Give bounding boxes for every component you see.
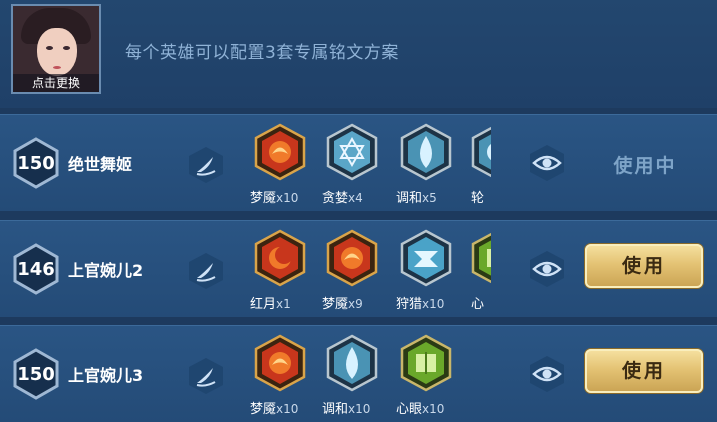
use-button[interactable]: 使用	[585, 349, 703, 393]
rune-green-icon	[471, 232, 491, 284]
rune-red-icon	[326, 229, 378, 287]
rune-name: 梦魇	[250, 191, 277, 206]
rune-green-icon	[400, 334, 452, 392]
rune-name: 梦魇	[322, 297, 349, 312]
rune-name: 轮	[471, 191, 485, 206]
level-number: 150	[17, 363, 55, 385]
in-use-status: 使用中	[613, 155, 677, 177]
rune-slot-partial[interactable]: 心	[471, 229, 491, 315]
scheme-name: 上官婉儿3	[68, 366, 144, 385]
rune-count: x10	[422, 297, 445, 311]
rune-name: 狩猎	[396, 297, 423, 312]
rune-name: 红月	[250, 297, 277, 312]
level-number: 150	[17, 152, 55, 174]
rune-red-icon	[254, 229, 306, 287]
rune-blue-icon	[400, 229, 452, 287]
rune-slot[interactable]: 梦魇x9	[322, 229, 384, 315]
avatar-change-caption[interactable]: 点击更换	[13, 74, 99, 92]
rune-blue-icon	[326, 123, 378, 181]
rune-slot[interactable]: 调和x5	[396, 123, 458, 209]
scheme-name: 上官婉儿2	[68, 261, 144, 280]
rune-name: 贪婪	[322, 191, 349, 206]
preview-eye-icon[interactable]	[527, 354, 567, 394]
edit-feather-icon[interactable]	[186, 356, 226, 396]
edit-feather-icon[interactable]	[186, 251, 226, 291]
rune-count: x5	[422, 191, 437, 205]
level-number: 146	[17, 258, 55, 280]
rune-blue-icon	[471, 126, 491, 178]
scheme-row-2[interactable]: 146 上官婉儿2 红月x1 梦魇x9 狩猎x10 心 使用	[0, 220, 717, 317]
rune-count: x10	[422, 402, 445, 416]
header: 点击更换 每个英雄可以配置3套专属铭文方案	[0, 0, 717, 108]
scheme-row-1[interactable]: 150 绝世舞姬 梦魇x10 贪婪x4 调和x5 轮 使用中	[0, 114, 717, 211]
rune-name: 心	[471, 297, 485, 312]
avatar-mouth	[53, 66, 61, 69]
rune-red-icon	[254, 334, 306, 392]
rune-red-icon	[254, 123, 306, 181]
preview-eye-icon[interactable]	[527, 249, 567, 289]
scheme-name: 绝世舞姬	[68, 155, 133, 174]
rune-count: x10	[276, 402, 299, 416]
rune-count: x4	[348, 191, 363, 205]
rune-slot[interactable]: 梦魇x10	[250, 334, 312, 420]
rune-slot-partial[interactable]: 轮	[471, 123, 491, 209]
rune-blue-icon	[326, 334, 378, 392]
rune-count: x10	[348, 402, 371, 416]
rune-name: 调和	[396, 191, 423, 206]
rune-slot[interactable]: 狩猎x10	[396, 229, 458, 315]
scheme-row-3[interactable]: 150 上官婉儿3 梦魇x10 调和x10 心眼x10 使用	[0, 325, 717, 422]
rune-count: x9	[348, 297, 363, 311]
rune-count: x10	[276, 191, 299, 205]
level-hexagon: 150	[12, 348, 60, 400]
preview-eye-icon[interactable]	[527, 143, 567, 183]
rune-count: x1	[276, 297, 291, 311]
rune-slot[interactable]: 红月x1	[250, 229, 312, 315]
rune-slot[interactable]: 贪婪x4	[322, 123, 384, 209]
use-button[interactable]: 使用	[585, 244, 703, 288]
rune-slot[interactable]: 调和x10	[322, 334, 384, 420]
rune-slot[interactable]: 梦魇x10	[250, 123, 312, 209]
scheme-hint-text: 每个英雄可以配置3套专属铭文方案	[125, 43, 399, 63]
level-hexagon: 150	[12, 137, 60, 189]
level-hexagon: 146	[12, 243, 60, 295]
rune-slot[interactable]: 心眼x10	[396, 334, 458, 420]
avatar-eye-right	[63, 46, 70, 50]
rune-blue-icon	[400, 123, 452, 181]
avatar-eye-left	[46, 46, 53, 50]
hero-avatar[interactable]: 点击更换	[11, 4, 101, 94]
edit-feather-icon[interactable]	[186, 145, 226, 185]
